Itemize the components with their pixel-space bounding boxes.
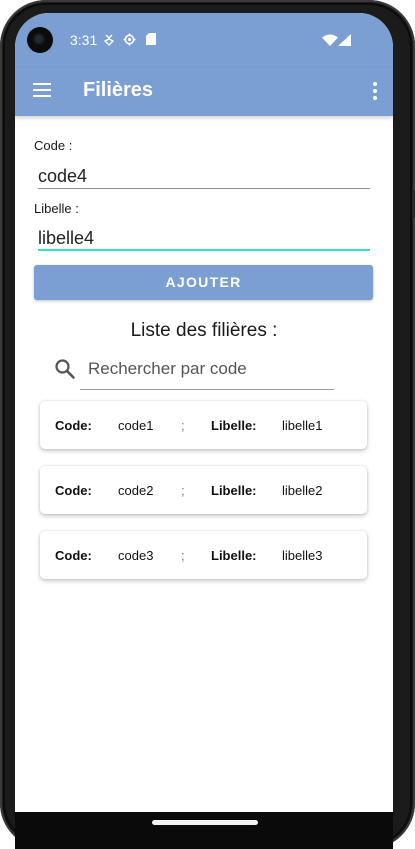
sd-card-icon (146, 33, 156, 45)
front-camera (27, 27, 53, 53)
settings-icon (123, 33, 136, 46)
code-value: code3 (118, 548, 154, 563)
separator: ; (181, 418, 185, 433)
code-key: Code: (55, 418, 92, 433)
code-label: Code : (34, 138, 73, 153)
list-item[interactable]: Code: code3 ; Libelle: libelle3 (40, 531, 367, 579)
app-screen: 3:31 Filières Code : code4 Libelle: lib… (15, 13, 393, 812)
separator: ; (181, 483, 185, 498)
search-input[interactable] (88, 357, 328, 381)
list-item[interactable]: Code: code2 ; Libelle: libelle2 (40, 466, 367, 514)
libelle-label: Libelle : (34, 201, 79, 216)
more-vert-icon[interactable] (371, 82, 379, 102)
code-value: code1 (118, 418, 154, 433)
code-input[interactable] (38, 163, 370, 189)
libelle-value: libelle1 (282, 418, 323, 433)
code-key: Code: (55, 483, 92, 498)
status-bar: 3:31 (15, 13, 393, 68)
libelle-key: Libelle: (211, 483, 257, 498)
status-time: 3:31 (70, 32, 98, 48)
list-title: Liste des filières : (130, 320, 278, 341)
hamburger-menu-icon[interactable] (33, 81, 53, 97)
libelle-value: libelle2 (282, 483, 323, 498)
libelle-key: Libelle: (211, 548, 257, 563)
app-bar: Filières (15, 68, 393, 116)
code-input-underline (38, 188, 370, 189)
libelle-input-underline (38, 249, 370, 251)
separator: ; (181, 548, 185, 563)
page-title: Filières (83, 79, 154, 101)
add-button[interactable]: AJOUTER (34, 265, 373, 300)
libelle-value: libelle3 (282, 548, 323, 563)
code-key: Code: (55, 548, 92, 563)
libelle-key: Libelle: (211, 418, 257, 433)
bottom-bezel (15, 812, 393, 849)
usb-debug-icon (104, 34, 114, 46)
search-icon (55, 359, 75, 379)
search-input-underline (80, 389, 334, 390)
libelle-input[interactable] (38, 225, 370, 251)
list-item[interactable]: Code: code1 ; Libelle: libelle1 (40, 401, 367, 449)
code-value: code2 (118, 483, 154, 498)
home-indicator[interactable] (152, 820, 258, 825)
signal-icon (338, 34, 351, 46)
wifi-icon (322, 34, 338, 46)
